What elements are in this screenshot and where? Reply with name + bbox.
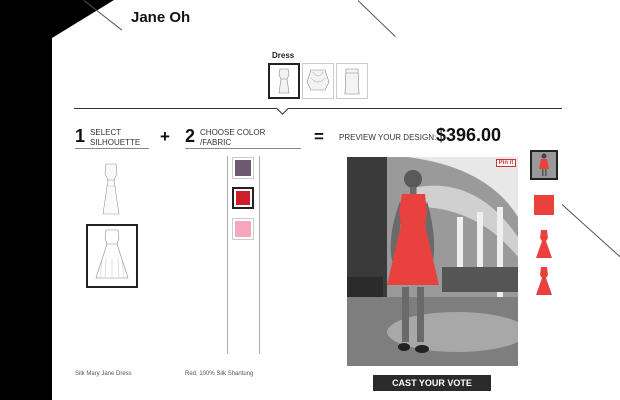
divider-notch — [276, 102, 289, 115]
swatch-fill-red — [236, 191, 250, 205]
dress-back-icon — [536, 267, 552, 295]
sheath-dress-icon — [278, 68, 290, 94]
step-select-silhouette: 1 SELECT SILHOUETTE — [75, 126, 140, 148]
equals-sign: = — [314, 127, 324, 146]
category-thumb-draped-dress[interactable] — [302, 63, 334, 99]
swatch-column-line-right — [259, 156, 260, 354]
category-thumb-pencil-skirt[interactable] — [336, 63, 368, 99]
preview-thumb-front[interactable] — [530, 192, 558, 222]
silhouette-caption: Silk Mary Jane Dress — [75, 371, 132, 377]
corner-black-block — [0, 0, 52, 400]
designer-name: Jane Oh — [131, 9, 191, 26]
dress-sketch-icon — [102, 163, 120, 215]
price: $396.00 — [436, 125, 502, 145]
pencil-skirt-icon — [344, 68, 360, 95]
fabric-caption: Red, 100% Silk Shantung — [185, 371, 254, 377]
step2-number: 2 — [185, 126, 196, 146]
preview-thumb-model[interactable] — [530, 150, 558, 180]
step2-label-line1: CHOOSE COLOR — [200, 128, 266, 137]
deco-line-right — [561, 204, 620, 259]
step-choose-color: 2 CHOOSE COLOR /FABRIC — [185, 126, 265, 148]
preview-thumb-back[interactable] — [530, 265, 558, 295]
step1-label-line1: SELECT — [90, 128, 122, 137]
silhouette-option-2[interactable] — [86, 224, 138, 288]
plus-sign: + — [160, 127, 170, 146]
step2-rule — [185, 148, 301, 149]
corner-triangle — [52, 0, 114, 38]
cast-your-vote-button[interactable]: CAST YOUR VOTE — [373, 375, 491, 391]
category-label: Dress — [272, 51, 295, 60]
section-divider — [74, 108, 562, 109]
silhouette-option-1[interactable] — [86, 160, 136, 220]
dress-front-icon — [534, 195, 554, 215]
swatch-purple[interactable] — [232, 157, 254, 179]
model-thumb-icon — [532, 152, 556, 178]
deco-line-top-right — [357, 0, 396, 37]
category-thumb-sheath-dress[interactable] — [268, 63, 300, 99]
preview-thumb-side[interactable] — [530, 228, 558, 258]
model-photo-image — [347, 157, 518, 366]
step1-label-line2: SILHOUETTE — [90, 138, 141, 147]
pin-it-button[interactable]: Pin it — [496, 159, 516, 167]
dress-side-icon — [536, 230, 552, 258]
preview-photo: Pin it — [347, 157, 518, 366]
step2-label-line2: /FABRIC — [200, 138, 232, 147]
swatch-fill-pink — [235, 221, 251, 237]
preview-label: PREVIEW YOUR DESIGN: — [339, 133, 437, 142]
draped-dress-icon — [306, 69, 330, 91]
swatch-fill-purple — [235, 160, 251, 176]
swatch-red[interactable] — [232, 187, 254, 209]
dress-sketch-icon — [95, 229, 129, 279]
step1-rule — [75, 148, 149, 149]
swatch-column-line-left — [227, 156, 228, 354]
step1-number: 1 — [75, 126, 86, 146]
swatch-pink[interactable] — [232, 218, 254, 240]
